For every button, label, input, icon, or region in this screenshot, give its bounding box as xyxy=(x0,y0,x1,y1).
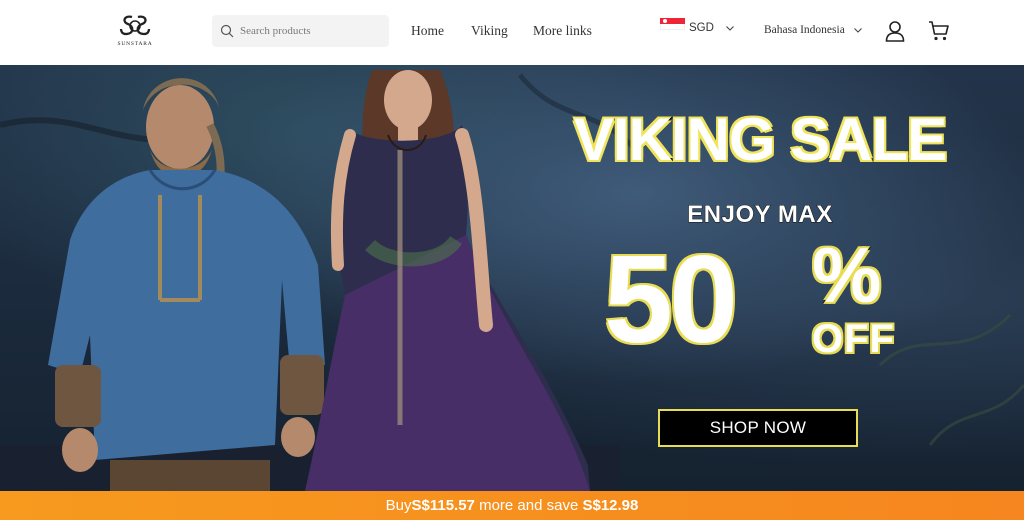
hero-subtitle: ENJOY MAX xyxy=(687,201,833,229)
nav-home[interactable]: Home xyxy=(411,23,444,39)
search-box[interactable] xyxy=(212,15,389,47)
sunstara-monogram-icon xyxy=(119,15,151,36)
shop-now-button[interactable]: SHOP NOW xyxy=(658,409,858,447)
promo-prefix: Buy xyxy=(385,497,412,514)
nav-more-links[interactable]: More links xyxy=(533,23,592,39)
singapore-flag-icon xyxy=(660,18,685,30)
brand-logo[interactable]: SUNSTARA xyxy=(112,12,158,48)
currency-code: SGD xyxy=(689,22,714,34)
search-input[interactable] xyxy=(240,25,380,37)
site-header: SUNSTARA Home Viking More links SGD Baha… xyxy=(0,0,1024,65)
promo-amount-needed: S$115.57 xyxy=(411,497,475,514)
discount-number: 50 xyxy=(602,229,740,371)
promo-middle: more and save xyxy=(474,497,583,514)
promo-savings: S$12.98 xyxy=(582,497,639,514)
nav-viking[interactable]: Viking xyxy=(471,23,508,39)
discount-percent-sign: % xyxy=(810,231,882,319)
currency-selector[interactable]: SGD xyxy=(660,18,734,34)
language-selector[interactable]: Bahasa Indonesia xyxy=(764,24,862,36)
hero-banner[interactable]: VIKING SALE ENJOY MAX 50 % OFF SHOP NOW xyxy=(0,65,1024,491)
brand-name: SUNSTARA xyxy=(117,41,153,47)
chevron-down-icon xyxy=(853,27,862,33)
user-icon[interactable] xyxy=(884,20,906,42)
search-icon xyxy=(220,24,234,38)
language-label: Bahasa Indonesia xyxy=(764,24,845,36)
discount-off-label: OFF xyxy=(811,316,895,362)
free-shipping-promo-bar: Buy S$115.57 more and save S$12.98 xyxy=(0,491,1024,520)
cart-icon[interactable] xyxy=(928,20,950,42)
chevron-down-icon xyxy=(726,25,734,31)
hero-title: VIKING SALE xyxy=(572,105,948,175)
